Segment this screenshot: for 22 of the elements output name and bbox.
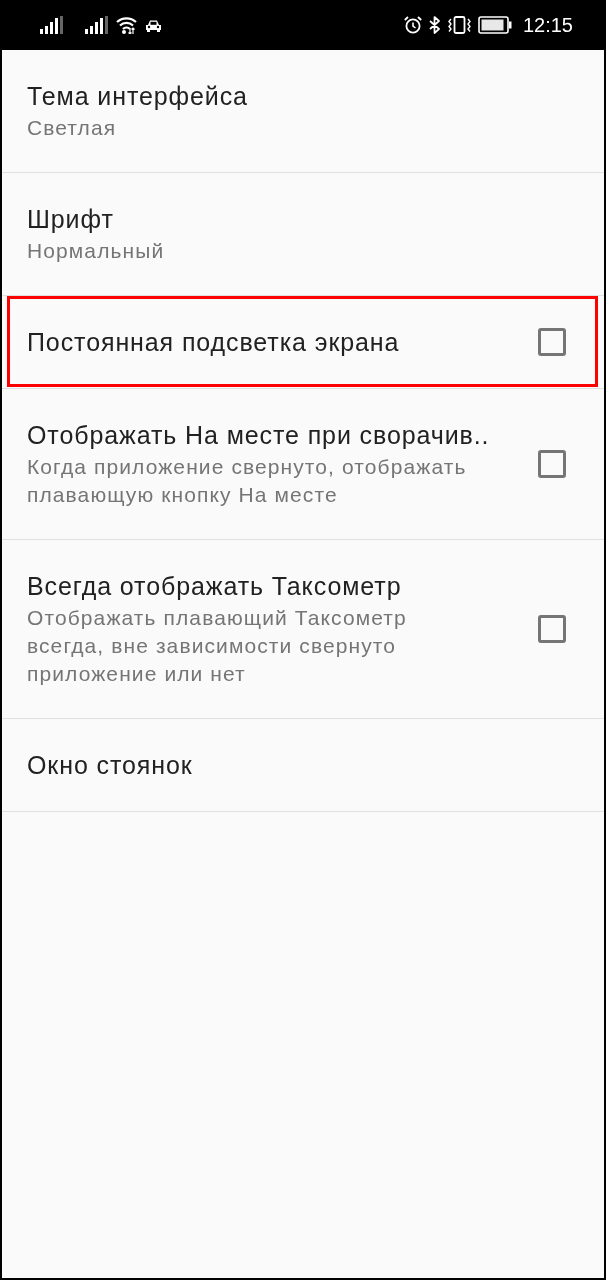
setting-title[interactable]: Тема интерфейса [27,80,566,112]
status-time: 12:15 [522,13,573,37]
signal-icon [40,16,63,34]
battery-icon [477,16,512,34]
checkbox[interactable] [538,615,566,643]
setting-title[interactable]: Постоянная подсветка экрана [27,326,498,358]
wifi-icon [116,16,137,34]
setting-title[interactable]: Всегда отображать Таксометр [27,570,498,602]
vibrate-icon [447,16,471,34]
signal-icon [85,16,108,34]
setting-title[interactable]: Шрифт [27,203,566,235]
setting-summary: Нормальный [27,238,166,264]
bluetooth-icon [428,16,441,34]
setting-summary: Когда приложение свернуто, отображать плавающую кнопку На месте [27,454,468,508]
alarm-icon [403,16,422,34]
setting-title[interactable]: Окно стоянок [27,749,566,781]
setting-summary: Отображать плавающий Таксометр всегда, вне зависимости свернуто приложение или нет [27,605,408,687]
checkbox[interactable] [538,328,566,356]
setting-title[interactable]: Отображать На месте при сворачив.. [27,419,498,451]
setting-summary: Светлая [27,115,118,141]
checkbox[interactable] [538,450,566,478]
car-icon [145,18,162,32]
